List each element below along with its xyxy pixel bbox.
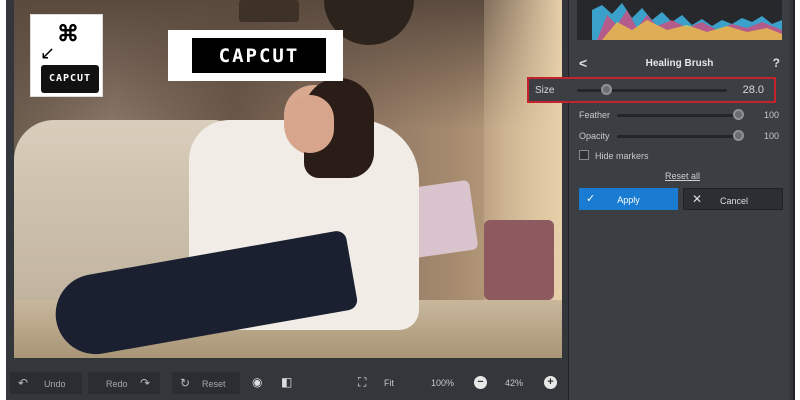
eye-icon[interactable]: ◉ [252, 375, 262, 389]
fit-button[interactable]: Fit [384, 378, 394, 388]
cancel-button[interactable]: ✕ Cancel [683, 188, 783, 210]
feather-value: 100 [763, 110, 779, 120]
hide-markers-label: Hide markers [595, 151, 649, 161]
redo-icon: ↷ [140, 376, 151, 390]
opacity-slider[interactable] [617, 135, 737, 138]
size-label: Size [535, 85, 555, 96]
tool-panel: < Healing Brush ? Feather 100 Opacity 10… [568, 0, 789, 400]
capcut-large-logo-text: CAPCUT [192, 38, 326, 73]
zoom-in-icon[interactable]: + [544, 376, 557, 389]
undo-icon: ↶ [18, 376, 29, 390]
hide-markers-checkbox[interactable] [579, 150, 589, 160]
zoom-level: 42% [505, 378, 524, 388]
size-row: Size 28.0 [527, 77, 776, 103]
opacity-value: 100 [763, 131, 779, 141]
reset-all-link[interactable]: Reset all [665, 171, 700, 181]
size-slider[interactable] [577, 89, 727, 92]
apply-button[interactable]: ✓ Apply [579, 188, 678, 210]
feather-label: Feather [579, 110, 611, 120]
capcut-large-logo: CAPCUT [168, 30, 343, 81]
help-icon[interactable]: ? [773, 56, 780, 70]
opacity-label: Opacity [579, 131, 610, 141]
opacity-row: Opacity 100 [579, 126, 779, 146]
reset-icon: ↻ [180, 376, 191, 390]
fit-screen-icon[interactable]: ⛶ [358, 375, 366, 390]
capcut-mark-icon: ⌘ [57, 21, 79, 46]
zoom-100-button[interactable]: 100% [431, 378, 454, 388]
size-value: 28.0 [742, 84, 764, 96]
redo-label: Redo [106, 379, 128, 389]
reset-label: Reset [202, 379, 226, 389]
redo-button[interactable]: Redo ↷ [88, 372, 160, 394]
arrow-icon: ↙ [40, 43, 56, 63]
undo-label: Undo [44, 379, 66, 389]
feather-slider[interactable] [617, 114, 737, 117]
pillow-striped [484, 220, 554, 300]
feather-row: Feather 100 [579, 105, 779, 125]
panel-title: Healing Brush [645, 58, 714, 69]
bottom-toolbar: ↶ Undo Redo ↷ ↻ Reset ◉ ◧ ⛶ Fit 100% − 4… [6, 366, 568, 400]
histogram [577, 0, 782, 40]
compare-icon[interactable]: ◧ [281, 375, 292, 389]
size-slider-thumb[interactable] [601, 84, 612, 95]
feather-slider-thumb[interactable] [733, 109, 744, 120]
panel-header: < Healing Brush ? [569, 50, 790, 76]
apply-label: Apply [617, 195, 640, 205]
cancel-label: Cancel [719, 196, 748, 206]
histogram-graph [592, 3, 782, 40]
woman-face-front [286, 95, 334, 153]
zoom-out-icon[interactable]: − [474, 376, 487, 389]
picture-frame [239, 0, 299, 22]
capcut-small-logo-text: CAPCUT [41, 65, 99, 93]
undo-button[interactable]: ↶ Undo [10, 372, 82, 394]
reset-button[interactable]: ↻ Reset [172, 372, 240, 394]
capcut-small-logo: ⌘ ↙ CAPCUT [30, 14, 103, 97]
opacity-slider-thumb[interactable] [733, 130, 744, 141]
